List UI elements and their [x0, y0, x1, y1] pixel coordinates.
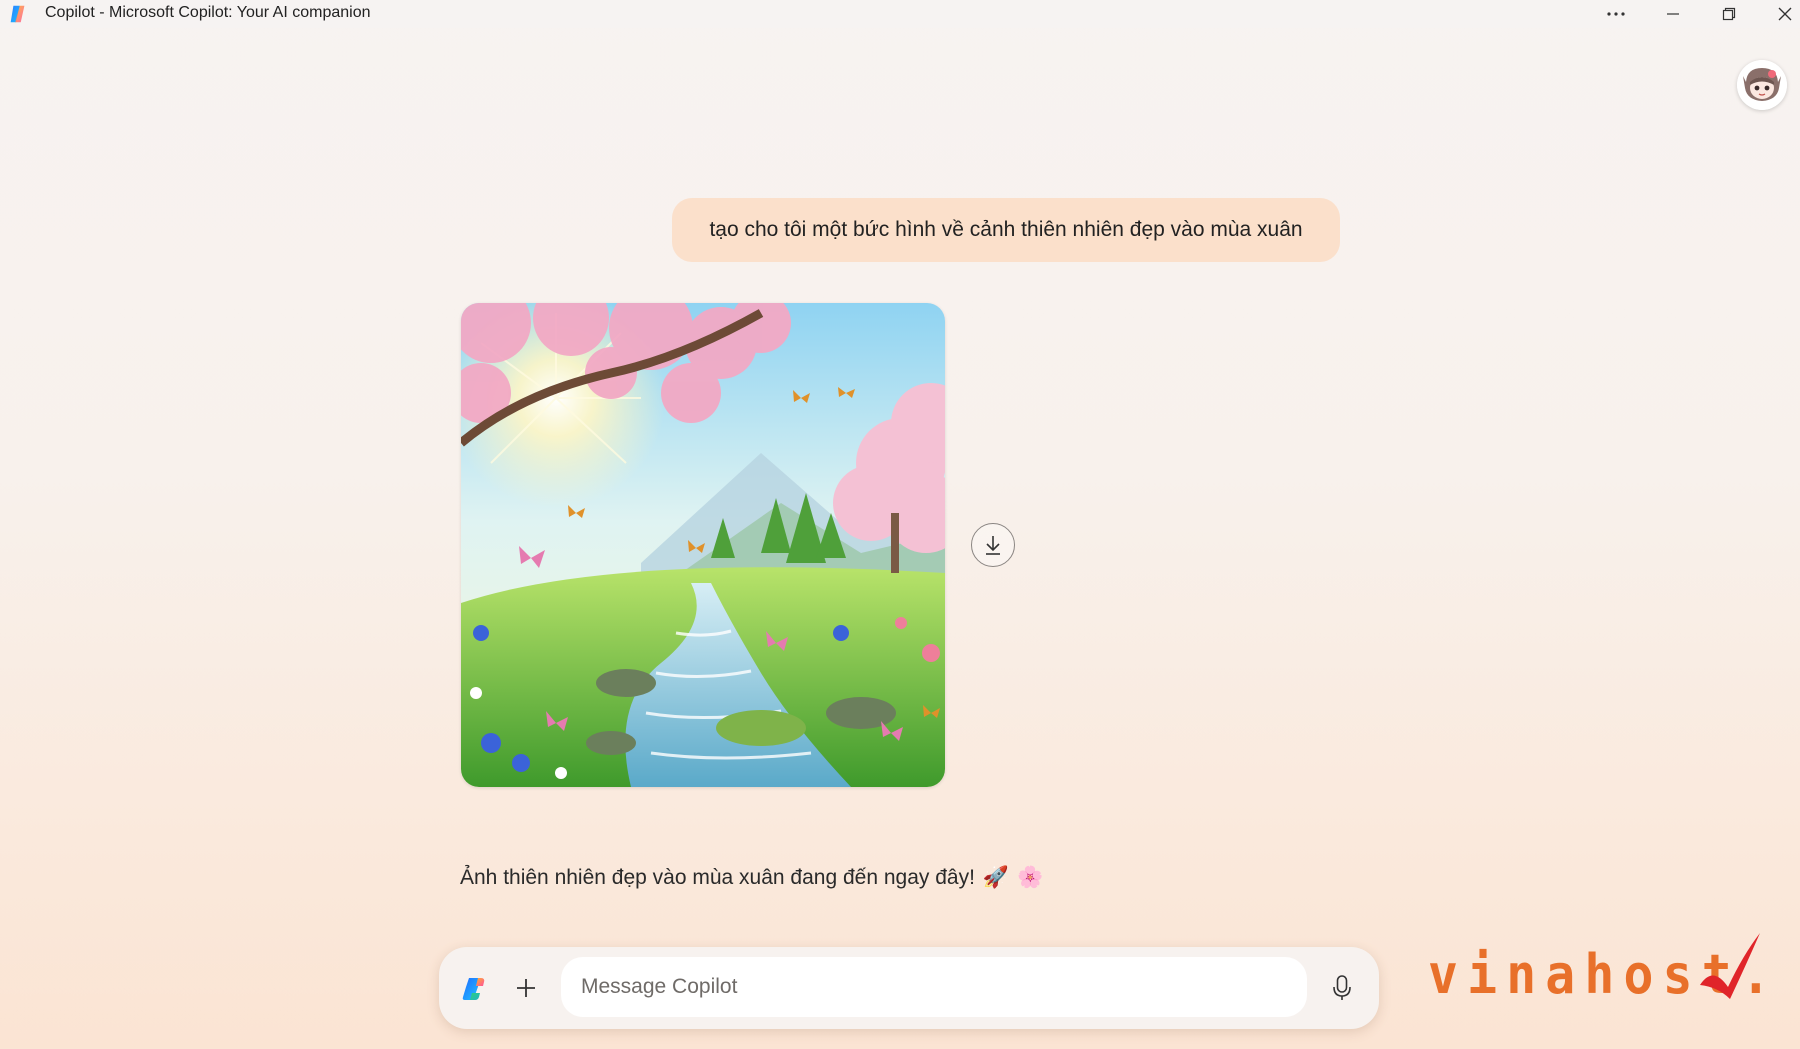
- user-avatar[interactable]: [1737, 60, 1787, 110]
- assistant-reply-text: Ảnh thiên nhiên đẹp vào mùa xuân đang đế…: [460, 866, 975, 889]
- message-input[interactable]: [561, 957, 1307, 1017]
- minimize-button[interactable]: [1650, 0, 1696, 28]
- restore-button[interactable]: [1706, 0, 1752, 28]
- vinahost-logo: vinahost.: [1428, 933, 1771, 1007]
- avatar-icon: [1737, 60, 1787, 110]
- svg-text:vinahost.: vinahost.: [1428, 944, 1768, 1005]
- title-bar: Copilot - Microsoft Copilot: Your AI com…: [0, 0, 1800, 28]
- voice-input-button[interactable]: [1325, 971, 1359, 1005]
- vinahost-watermark: vinahost.: [1428, 925, 1771, 1007]
- rocket-emoji: 🚀: [982, 866, 1010, 889]
- minimize-icon: [1667, 13, 1679, 15]
- close-icon: [1778, 7, 1792, 21]
- copilot-logo-icon: [462, 978, 485, 1000]
- more-options-button[interactable]: [1593, 0, 1639, 28]
- user-message-bubble: tạo cho tôi một bức hình về cảnh thiên n…: [672, 198, 1340, 262]
- message-composer: [439, 947, 1379, 1029]
- download-icon: [986, 536, 1000, 555]
- copilot-logo-button[interactable]: [459, 973, 491, 1005]
- assistant-reply: Ảnh thiên nhiên đẹp vào mùa xuân đang đế…: [460, 866, 1043, 890]
- microphone-icon: [1333, 975, 1351, 1000]
- add-attachment-button[interactable]: [509, 971, 543, 1005]
- generated-spring-image[interactable]: [461, 303, 945, 787]
- cherry-blossom-emoji: 🌸: [1017, 866, 1044, 889]
- restore-icon: [1722, 7, 1736, 21]
- download-image-button[interactable]: [971, 523, 1015, 567]
- ellipsis-icon: [1607, 12, 1625, 16]
- window-title: Copilot - Microsoft Copilot: Your AI com…: [45, 4, 371, 21]
- spring-landscape-illustration: [461, 303, 945, 787]
- close-button[interactable]: [1762, 0, 1800, 28]
- copilot-app-icon: [10, 5, 25, 23]
- plus-icon: [517, 979, 535, 997]
